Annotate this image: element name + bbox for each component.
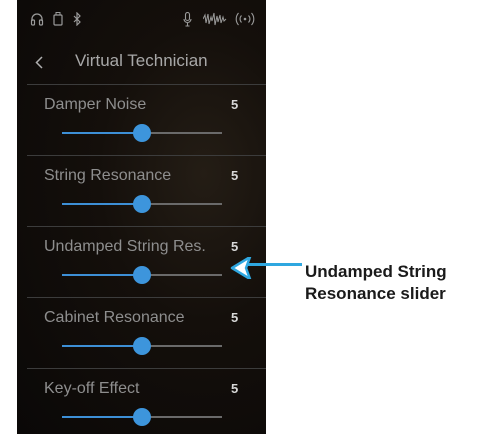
piano-app-screen: Virtual Technician Damper Noise 5 String… xyxy=(17,0,266,434)
callout-label: Undamped String Resonance slider xyxy=(305,261,447,305)
divider xyxy=(27,368,266,369)
setting-row-key-off-effect: Key-off Effect 5 xyxy=(27,368,266,434)
setting-label: Damper Noise xyxy=(44,96,147,113)
microphone-icon xyxy=(183,12,192,27)
slider-thumb[interactable] xyxy=(133,337,151,355)
slider-fill xyxy=(62,416,142,418)
divider xyxy=(27,226,266,227)
slider-fill xyxy=(62,203,142,205)
setting-label: String Resonance xyxy=(44,167,172,184)
setting-value: 5 xyxy=(231,168,239,183)
headphones-icon xyxy=(30,13,44,26)
setting-row-damper-noise: Damper Noise 5 xyxy=(27,84,266,154)
divider xyxy=(27,155,266,156)
setting-label: Undamped String Res. xyxy=(44,238,206,255)
divider xyxy=(27,297,266,298)
cabinet-resonance-slider[interactable] xyxy=(62,337,222,355)
setting-row-cabinet-resonance: Cabinet Resonance 5 xyxy=(27,297,266,367)
undamped-string-res-slider[interactable] xyxy=(62,266,222,284)
setting-value: 5 xyxy=(231,310,239,325)
slider-thumb[interactable] xyxy=(133,408,151,426)
usb-icon xyxy=(53,12,63,26)
status-bar xyxy=(17,0,266,40)
page-title: Virtual Technician xyxy=(75,51,208,70)
wireless-icon xyxy=(235,12,255,26)
chevron-left-icon[interactable] xyxy=(35,56,43,69)
slider-fill xyxy=(62,345,142,347)
header: Virtual Technician xyxy=(17,40,266,84)
damper-noise-slider[interactable] xyxy=(62,124,222,142)
key-off-effect-slider[interactable] xyxy=(62,408,222,426)
setting-value: 5 xyxy=(231,239,239,254)
slider-fill xyxy=(62,274,142,276)
setting-value: 5 xyxy=(231,97,239,112)
slider-thumb[interactable] xyxy=(133,195,151,213)
setting-label: Cabinet Resonance xyxy=(44,309,185,326)
slider-fill xyxy=(62,132,142,134)
setting-value: 5 xyxy=(231,381,239,396)
callout-arrow-icon xyxy=(230,257,302,279)
bluetooth-icon xyxy=(73,12,81,26)
divider xyxy=(27,84,266,85)
audio-waveform-icon xyxy=(203,12,227,26)
string-resonance-slider[interactable] xyxy=(62,195,222,213)
callout-line-2: Resonance slider xyxy=(305,284,446,303)
slider-thumb[interactable] xyxy=(133,124,151,142)
setting-row-string-resonance: String Resonance 5 xyxy=(27,155,266,225)
callout-line-1: Undamped String xyxy=(305,262,447,281)
slider-thumb[interactable] xyxy=(133,266,151,284)
setting-label: Key-off Effect xyxy=(44,380,140,397)
